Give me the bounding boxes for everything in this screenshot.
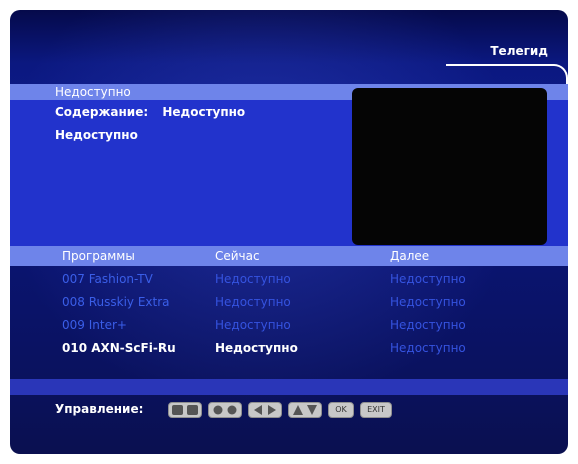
column-header-now: Сейчас <box>215 249 260 263</box>
content-label: Содержание: <box>55 105 149 119</box>
now-program: Недоступно <box>215 295 291 309</box>
video-preview <box>352 88 547 245</box>
footer-divider <box>10 379 568 395</box>
page-up-down-icon-glyph <box>172 405 198 415</box>
now-program: Недоступно <box>215 341 298 355</box>
number-keys-icon-glyph <box>213 405 237 415</box>
up-down-arrows-icon-glyph <box>293 405 317 415</box>
number-keys-icon[interactable] <box>208 402 242 418</box>
program-info-panel: Недоступно Содержание: Недоступно Недост… <box>10 84 568 251</box>
left-right-arrows-icon[interactable] <box>248 402 282 418</box>
page-up-down-icon[interactable] <box>168 402 202 418</box>
list-header: Программы Сейчас Далее <box>10 246 568 266</box>
now-program: Недоступно <box>215 318 291 332</box>
left-right-arrows-icon-glyph <box>254 405 276 415</box>
channel-row[interactable]: 008 Russkiy Extra Недоступно Недоступно <box>10 292 568 312</box>
page-title: Телегид <box>490 44 548 58</box>
controls-label: Управление: <box>55 402 144 416</box>
channel-row[interactable]: 007 Fashion-TV Недоступно Недоступно <box>10 269 568 289</box>
program-description: Недоступно <box>55 128 138 142</box>
channel-row[interactable]: 009 Inter+ Недоступно Недоступно <box>10 315 568 335</box>
next-program: Недоступно <box>390 272 466 286</box>
title-decoration <box>446 64 568 84</box>
content-row: Содержание: Недоступно <box>55 105 245 119</box>
channel-name: 008 Russkiy Extra <box>62 295 170 309</box>
ok-key[interactable]: OK <box>328 402 354 418</box>
next-program: Недоступно <box>390 295 466 309</box>
up-down-arrows-icon[interactable] <box>288 402 322 418</box>
program-name: Недоступно <box>55 85 131 99</box>
channel-name: 007 Fashion-TV <box>62 272 153 286</box>
controls-bar: Управление: OK EXIT <box>10 396 568 426</box>
channel-name: 010 AXN-ScFi-Ru <box>62 341 176 355</box>
column-header-programs: Программы <box>62 249 135 263</box>
exit-key[interactable]: EXIT <box>360 402 392 418</box>
tv-screen: Телегид Недоступно Содержание: Недоступн… <box>10 10 568 454</box>
next-program: Недоступно <box>390 318 466 332</box>
now-program: Недоступно <box>215 272 291 286</box>
channel-row-selected[interactable]: 010 AXN-ScFi-Ru Недоступно Недоступно <box>10 338 568 358</box>
content-value: Недоступно <box>162 105 246 119</box>
channel-name: 009 Inter+ <box>62 318 127 332</box>
next-program: Недоступно <box>390 341 466 355</box>
column-header-next: Далее <box>390 249 430 263</box>
